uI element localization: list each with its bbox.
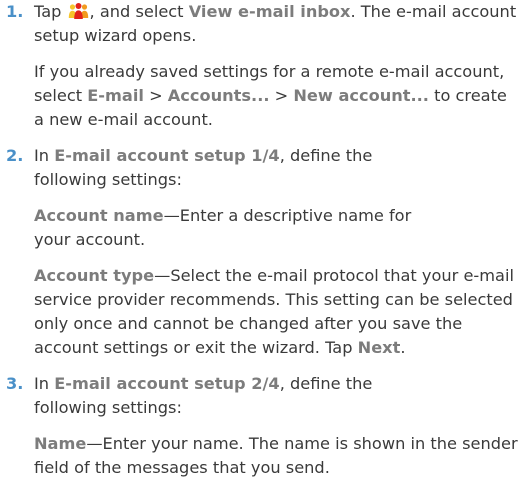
people-group-icon [68, 2, 89, 19]
text: > [143, 86, 168, 105]
text: In [34, 374, 55, 393]
step-2: 2. In E-mail account setup 1/4, define t… [0, 144, 524, 360]
step-1-note: If you already saved settings for a remo… [34, 60, 520, 132]
text: , and select [89, 2, 189, 21]
step-2-instruction: In E-mail account setup 1/4, define the … [34, 144, 520, 192]
setup-page-title: E-mail account setup 2/4 [54, 374, 280, 393]
account-type-setting: Account type—Select the e-mail protocol … [34, 264, 520, 360]
instruction-document: 1. Tap , and select View e-mail inbox. T… [0, 0, 524, 480]
setting-name: Account name [34, 206, 164, 225]
text: . [400, 338, 406, 357]
step-number: 2. [6, 146, 24, 165]
accounts-menu: Accounts... [167, 86, 270, 105]
setting-name: Name [34, 434, 87, 453]
next-option: Next [357, 338, 401, 357]
step-number: 1. [6, 2, 24, 21]
step-3: 3. In E-mail account setup 2/4, define t… [0, 372, 524, 480]
step-1-instruction: Tap , and select View e-mail inbox. The … [34, 0, 520, 48]
text: In [34, 146, 55, 165]
view-inbox-option: View e-mail inbox [188, 2, 351, 21]
setting-name: Account type [34, 266, 155, 285]
text: Tap [34, 2, 67, 21]
text: > [269, 86, 294, 105]
name-setting: Name—Enter your name. The name is shown … [34, 432, 520, 480]
step-1: 1. Tap , and select View e-mail inbox. T… [0, 0, 524, 132]
setup-page-title: E-mail account setup 1/4 [54, 146, 280, 165]
email-menu: E-mail [87, 86, 144, 105]
new-account-menu: New account... [293, 86, 429, 105]
account-name-setting: Account name—Enter a descriptive name fo… [34, 204, 520, 252]
step-number: 3. [6, 374, 24, 393]
text: —Enter your name. The name is shown in t… [34, 434, 518, 477]
step-3-instruction: In E-mail account setup 2/4, define the … [34, 372, 520, 420]
